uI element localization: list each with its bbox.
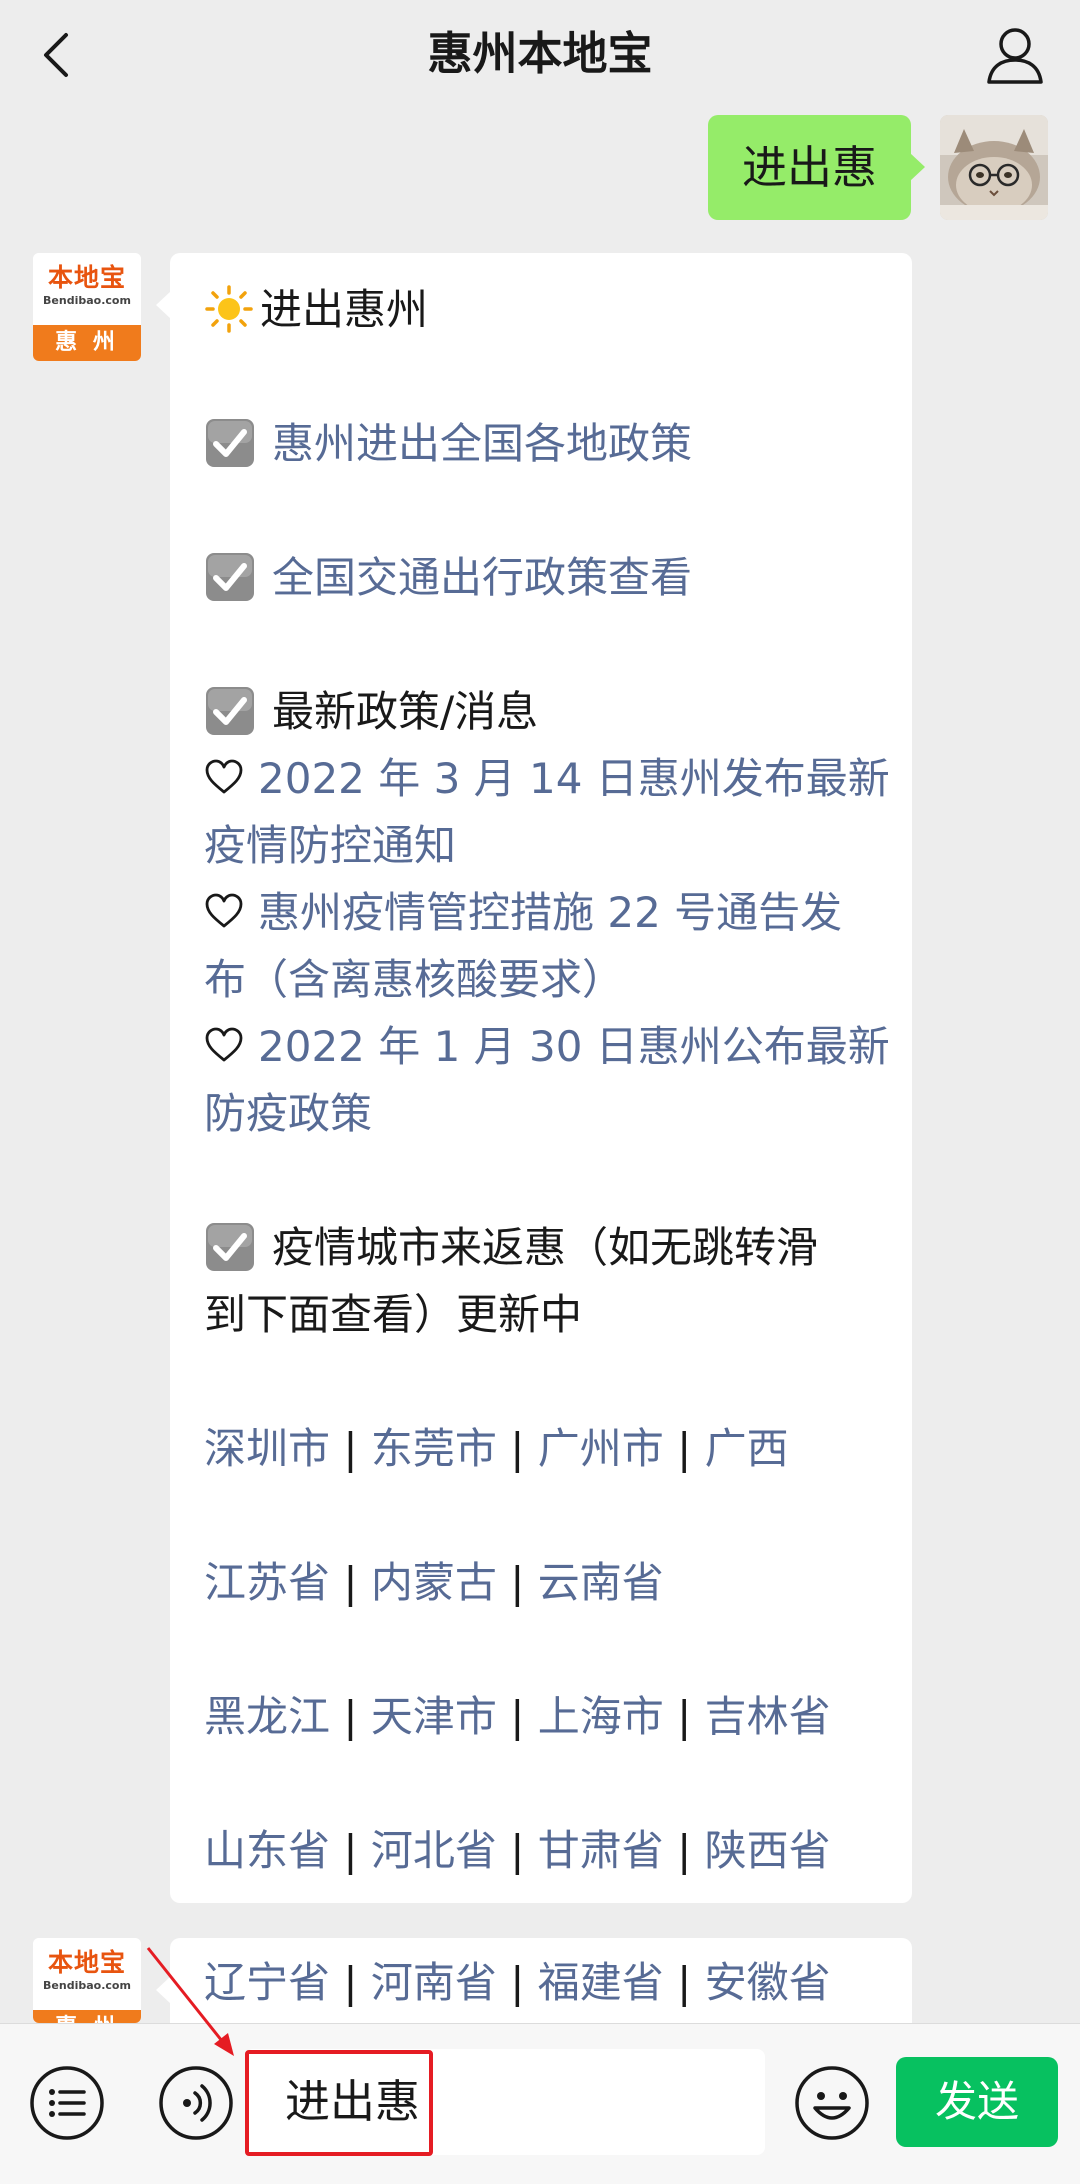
brand-logo-text: 本地宝 bbox=[47, 263, 126, 292]
news-link-text[interactable]: 2022 年 3 月 14 日惠州发布最新 bbox=[258, 754, 890, 803]
news-item-continued[interactable]: 防疫政策 bbox=[204, 1081, 888, 1147]
city-link[interactable]: 辽宁省 bbox=[204, 1958, 330, 2007]
heading-text: 进出惠州 bbox=[260, 285, 429, 334]
send-button[interactable]: 发送 bbox=[896, 2057, 1058, 2147]
news-item[interactable]: 惠州疫情管控措施 22 号通告发 bbox=[204, 880, 888, 946]
link-travel-policies[interactable]: 全国交通出行政策查看 bbox=[272, 553, 692, 602]
news-link-text[interactable]: 惠州疫情管控措施 22 号通告发 bbox=[258, 888, 842, 937]
list-menu-icon bbox=[30, 2066, 104, 2140]
city-separator: | bbox=[343, 1424, 358, 1473]
city-link[interactable]: 河北省 bbox=[371, 1826, 497, 1875]
voice-input-button[interactable] bbox=[157, 2064, 235, 2142]
bot-avatar[interactable]: 本地宝 Bendibao.com 惠 州 bbox=[33, 253, 141, 361]
person-icon bbox=[987, 28, 1043, 84]
city-separator: | bbox=[510, 1826, 525, 1875]
city-link[interactable]: 东莞市 bbox=[371, 1424, 497, 1473]
news-section-title: 最新政策/消息 bbox=[204, 679, 888, 745]
policy-link-row: 惠州进出全国各地政策 bbox=[204, 411, 888, 477]
bot-avatar[interactable]: 本地宝 Bendibao.com 惠 州 bbox=[33, 1938, 141, 2023]
city-link[interactable]: 河南省 bbox=[371, 1958, 497, 2007]
cat-avatar-image bbox=[940, 115, 1048, 220]
news-link-text[interactable]: 布（含离惠核酸要求） bbox=[204, 955, 624, 1004]
city-link[interactable]: 吉林省 bbox=[705, 1692, 831, 1741]
reply-heading: 进出惠州 bbox=[204, 277, 888, 343]
cities-intro-text: 到下面查看）更新中 bbox=[204, 1290, 583, 1339]
news-item-continued[interactable]: 布（含离惠核酸要求） bbox=[204, 947, 888, 1013]
city-row: 黑龙江 | 天津市 | 上海市 | 吉林省 bbox=[204, 1684, 888, 1750]
bot-reply-bubble: 进出惠州 惠州进出全国各地政策 全国交通出行政策查看 最新政策/消息 2022 … bbox=[156, 253, 912, 1903]
city-separator: | bbox=[677, 1692, 692, 1741]
user-message-bubble[interactable]: 进出惠 bbox=[708, 115, 925, 220]
city-link[interactable]: 天津市 bbox=[371, 1692, 497, 1741]
news-item[interactable]: 2022 年 1 月 30 日惠州公布最新 bbox=[204, 1014, 890, 1080]
travel-link-row: 全国交通出行政策查看 bbox=[204, 545, 888, 611]
user-message-text: 进出惠 bbox=[741, 141, 877, 194]
checkbox-icon bbox=[206, 552, 254, 601]
heart-outline-icon bbox=[205, 1027, 243, 1061]
highlight-box bbox=[245, 2050, 433, 2156]
news-item-continued[interactable]: 疫情防控通知 bbox=[204, 813, 888, 879]
city-link[interactable]: 内蒙古 bbox=[371, 1558, 497, 1607]
city-separator: | bbox=[343, 1558, 358, 1607]
city-separator: | bbox=[343, 1958, 358, 2007]
city-row: 深圳市 | 东莞市 | 广州市 | 广西 bbox=[204, 1416, 888, 1482]
profile-button[interactable] bbox=[980, 20, 1050, 90]
city-link[interactable]: 陕西省 bbox=[705, 1826, 831, 1875]
brand-domain-text: Bendibao.com bbox=[43, 1979, 131, 1992]
news-link-text[interactable]: 2022 年 1 月 30 日惠州公布最新 bbox=[258, 1022, 890, 1071]
cities-intro-continued: 到下面查看）更新中 bbox=[204, 1282, 888, 1348]
city-separator: | bbox=[510, 1558, 525, 1607]
city-link[interactable]: 福建省 bbox=[538, 1958, 664, 2007]
brand-city-text: 惠 州 bbox=[33, 325, 141, 361]
smiley-icon bbox=[795, 2066, 869, 2140]
city-row: 辽宁省 | 河南省 | 福建省 | 安徽省 bbox=[204, 1950, 888, 2016]
chat-input-bar: 进出惠 发送 bbox=[0, 2023, 1080, 2184]
checkbox-icon bbox=[206, 686, 254, 735]
city-link[interactable]: 甘肃省 bbox=[538, 1826, 664, 1875]
city-link[interactable]: 广州市 bbox=[538, 1424, 664, 1473]
city-separator: | bbox=[677, 1826, 692, 1875]
city-link[interactable]: 广西 bbox=[705, 1424, 789, 1473]
checkbox-icon bbox=[206, 418, 254, 467]
brand-logo-text: 本地宝 bbox=[47, 1948, 126, 1977]
page-title: 惠州本地宝 bbox=[427, 27, 653, 80]
city-link[interactable]: 黑龙江 bbox=[204, 1692, 330, 1741]
city-link[interactable]: 山东省 bbox=[204, 1826, 330, 1875]
menu-toggle-button[interactable] bbox=[28, 2064, 106, 2142]
heart-outline-icon bbox=[205, 893, 243, 927]
city-separator: | bbox=[677, 1424, 692, 1473]
city-row: 江苏省 | 内蒙古 | 云南省 bbox=[204, 1550, 888, 1616]
brand-domain-text: Bendibao.com bbox=[43, 294, 131, 307]
emoji-button[interactable] bbox=[793, 2064, 871, 2142]
city-separator: | bbox=[510, 1958, 525, 2007]
news-item[interactable]: 2022 年 3 月 14 日惠州发布最新 bbox=[204, 746, 890, 812]
city-separator: | bbox=[510, 1692, 525, 1741]
city-separator: | bbox=[677, 1958, 692, 2007]
section-title-text: 最新政策/消息 bbox=[272, 687, 539, 736]
cities-intro-text: 疫情城市来返惠（如无跳转滑 bbox=[272, 1223, 819, 1272]
top-bar: 惠州本地宝 bbox=[0, 0, 1080, 110]
user-avatar[interactable] bbox=[940, 115, 1048, 220]
city-link[interactable]: 上海市 bbox=[538, 1692, 664, 1741]
brand-city-text: 惠 州 bbox=[33, 2010, 141, 2023]
checkbox-icon bbox=[206, 1222, 254, 1271]
city-link[interactable]: 深圳市 bbox=[204, 1424, 330, 1473]
city-link[interactable]: 安徽省 bbox=[705, 1958, 831, 2007]
sun-icon bbox=[205, 284, 253, 333]
cities-intro: 疫情城市来返惠（如无跳转滑 bbox=[204, 1215, 888, 1281]
news-link-text[interactable]: 防疫政策 bbox=[204, 1089, 372, 1138]
heart-outline-icon bbox=[205, 759, 243, 793]
city-separator: | bbox=[343, 1692, 358, 1741]
link-national-policies[interactable]: 惠州进出全国各地政策 bbox=[272, 419, 692, 468]
city-separator: | bbox=[343, 1826, 358, 1875]
city-row: 山东省 | 河北省 | 甘肃省 | 陕西省 bbox=[204, 1818, 888, 1884]
bot-reply-bubble: 辽宁省 | 河南省 | 福建省 | 安徽省 bbox=[156, 1938, 912, 2023]
voice-icon bbox=[159, 2066, 233, 2140]
city-separator: | bbox=[510, 1424, 525, 1473]
city-link[interactable]: 云南省 bbox=[538, 1558, 664, 1607]
news-link-text[interactable]: 疫情防控通知 bbox=[204, 821, 456, 870]
city-link[interactable]: 江苏省 bbox=[204, 1558, 330, 1607]
